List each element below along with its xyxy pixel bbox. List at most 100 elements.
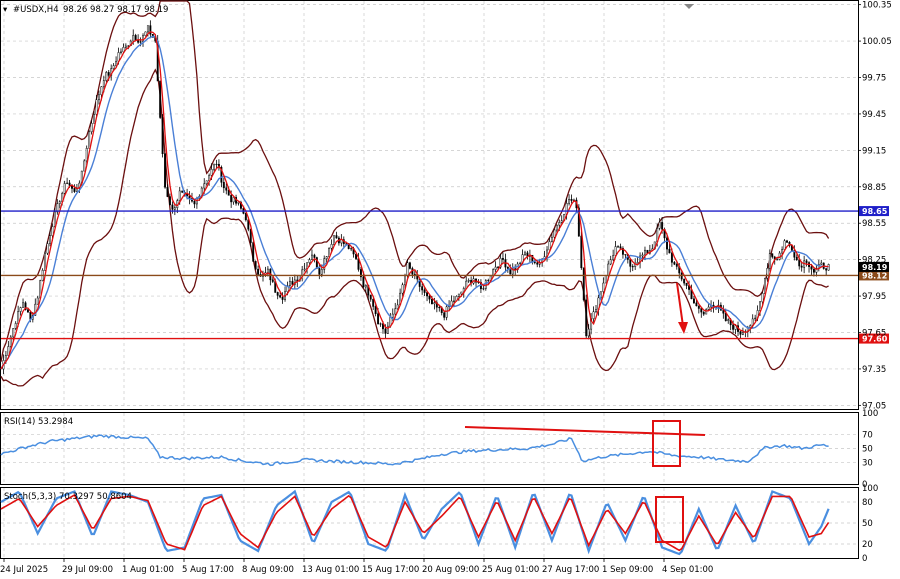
candle-body — [428, 295, 431, 300]
time-tick-label: 20 Aug 09:00 — [422, 565, 479, 575]
candle-body — [401, 284, 404, 294]
candle-body — [494, 266, 497, 270]
candle-body — [524, 252, 526, 255]
ohlc-values: 98.26 98.27 98.17 98.19 — [63, 5, 168, 15]
price-tick-label: 99.15 — [862, 146, 886, 156]
candle-body — [445, 306, 448, 318]
candle-body — [146, 25, 149, 33]
level-tag-text-98.65: 98.65 — [862, 207, 888, 216]
candle-body — [702, 311, 705, 315]
candle-body — [88, 131, 91, 149]
candle-body — [683, 278, 686, 284]
candle-body — [122, 47, 125, 53]
candle-body — [727, 319, 730, 321]
candle-body — [406, 262, 409, 277]
candle-body — [722, 310, 725, 314]
candle-body — [783, 240, 786, 250]
candle-body — [394, 308, 397, 315]
candle-body — [548, 241, 551, 251]
candle-body — [44, 252, 47, 271]
candle-body — [374, 306, 377, 314]
candle-body — [695, 302, 698, 307]
candle-body — [609, 259, 612, 265]
candle-body — [771, 253, 774, 258]
candle-body — [164, 153, 167, 188]
time-tick-label: 1 Aug 01:00 — [122, 565, 174, 575]
candle-body — [602, 282, 605, 292]
candle-body — [107, 72, 110, 76]
candle-body — [502, 258, 504, 260]
candle-body — [193, 200, 196, 205]
candle-body — [178, 190, 181, 201]
candle-body — [377, 313, 380, 325]
candle-body — [225, 187, 228, 191]
candle-body — [335, 235, 338, 239]
price-tick-label: 97.65 — [862, 329, 886, 339]
candle-body — [587, 328, 590, 337]
candle-body — [697, 305, 700, 309]
candle-body — [144, 31, 147, 36]
candle-body — [291, 281, 294, 285]
candle-body — [350, 248, 353, 250]
candle-body — [585, 299, 588, 337]
price-tick-label: 98.55 — [862, 219, 886, 229]
candle-body — [629, 259, 632, 267]
stoch-tick-label: 80 — [862, 498, 873, 508]
candle-body — [281, 296, 284, 300]
candle-body — [805, 260, 808, 263]
candle-body — [171, 204, 174, 210]
candle-body — [252, 242, 255, 262]
candle-body — [408, 262, 411, 269]
candle-body — [421, 286, 424, 291]
candle-body — [426, 292, 429, 297]
candle-body — [318, 268, 321, 275]
candle-body — [724, 312, 727, 321]
stoch-tick-label: 100 — [862, 484, 878, 494]
stoch-tick-label: 20 — [862, 540, 873, 550]
stoch-tick-label: 0 — [862, 554, 867, 564]
candle-body — [607, 263, 610, 277]
candle-body — [595, 309, 597, 312]
candle-body — [795, 256, 798, 260]
candle-body — [661, 222, 664, 230]
time-tick-label: 13 Aug 01:00 — [302, 565, 359, 575]
rsi-label: RSI(14) 53.2984 — [4, 417, 73, 427]
price-tick-label: 98.25 — [862, 256, 886, 266]
rsi-tick-label: 50 — [862, 445, 873, 455]
candle-body — [592, 311, 595, 319]
candle-body — [450, 300, 453, 307]
candle-body — [379, 323, 382, 325]
candle-body — [232, 197, 235, 203]
candle-body — [215, 163, 218, 166]
candle-body — [624, 254, 627, 256]
candle-body — [46, 243, 49, 254]
time-tick-label: 27 Aug 17:00 — [542, 565, 599, 575]
time-tick-label: 25 Aug 01:00 — [482, 565, 539, 575]
candle-body — [670, 252, 673, 263]
candle-body — [666, 237, 668, 250]
time-tick-label: 24 Jul 2025 — [0, 565, 48, 575]
symbol-triangle-icon: ▾ — [3, 5, 8, 15]
candle-body — [134, 35, 137, 41]
candle-body — [58, 201, 61, 204]
candle-body — [210, 168, 213, 176]
candle-body — [820, 262, 823, 265]
stoch-tick-label: 50 — [862, 519, 873, 529]
candle-body — [749, 325, 752, 328]
candle-body — [800, 265, 803, 268]
candle-body — [396, 304, 399, 310]
candle-body — [673, 262, 676, 265]
candle-body — [73, 188, 76, 192]
candle-body — [100, 86, 103, 96]
candle-body — [641, 254, 644, 257]
candle-body — [487, 280, 490, 282]
price-tick-label: 100.05 — [862, 37, 892, 47]
candle-body — [810, 266, 813, 270]
candle-body — [739, 331, 742, 335]
chart-canvas[interactable]: 98.6597.6098.1298.19 100.35100.0599.7599… — [0, 0, 900, 579]
candle-body — [533, 261, 536, 264]
candle-body — [266, 268, 269, 273]
candle-body — [555, 224, 558, 231]
candle-body — [560, 220, 563, 223]
candle-body — [102, 80, 105, 87]
